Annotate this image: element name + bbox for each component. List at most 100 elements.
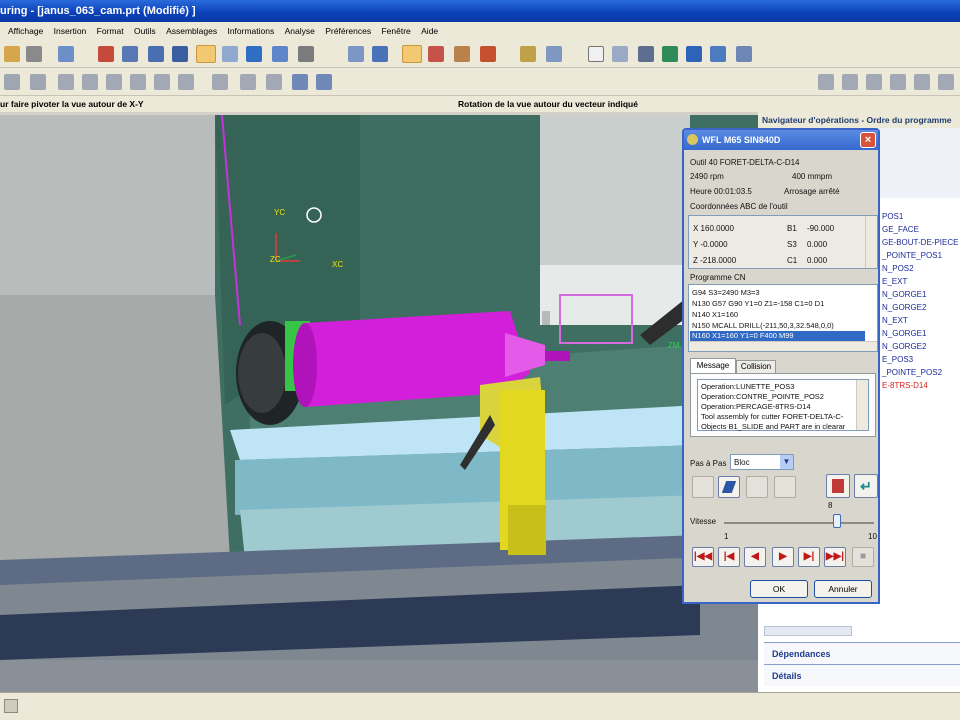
menu-aide[interactable]: Aide: [421, 26, 438, 36]
nav-item[interactable]: GE_FACE: [882, 225, 919, 234]
rewind-start-button[interactable]: |◀◀: [692, 547, 714, 567]
tab-message[interactable]: Message: [690, 358, 736, 373]
step-mode-select[interactable]: Bloc ▼: [730, 454, 794, 470]
menu-affichage[interactable]: Affichage: [8, 26, 43, 36]
play-forward-button[interactable]: ▶: [772, 547, 794, 567]
tool-b-icon[interactable]: [842, 74, 858, 90]
method-icon[interactable]: [710, 46, 726, 62]
return-button[interactable]: ↵: [854, 474, 878, 498]
select-icon[interactable]: [58, 46, 74, 62]
layer-icon[interactable]: [348, 46, 364, 62]
nc-line[interactable]: N150 MCALL DRILL(-211,50,3,32.548,0,0): [692, 321, 834, 330]
nav-item[interactable]: E_POS3: [882, 355, 913, 364]
groove-icon[interactable]: [178, 74, 194, 90]
menu-preferences[interactable]: Préférences: [325, 26, 371, 36]
zoom-icon[interactable]: [122, 46, 138, 62]
new-sheet-icon[interactable]: [588, 46, 604, 62]
chamfer-icon[interactable]: [240, 74, 256, 90]
message-list[interactable]: Operation:LUNETTE_POS3 Operation:CONTRE_…: [697, 379, 869, 431]
open-icon[interactable]: [4, 46, 20, 62]
hole-icon[interactable]: [82, 74, 98, 90]
speed-slider-thumb[interactable]: [833, 514, 841, 528]
render-style-icon[interactable]: [298, 46, 314, 62]
speed-slider-track[interactable]: [724, 522, 874, 524]
details-section[interactable]: Détails: [764, 664, 960, 686]
fit-view-icon[interactable]: [98, 46, 114, 62]
menu-format[interactable]: Format: [97, 26, 124, 36]
measure-icon[interactable]: [520, 46, 536, 62]
step-back-button[interactable]: |◀: [718, 547, 740, 567]
nav-item[interactable]: N_POS2: [882, 264, 914, 273]
menu-analyse[interactable]: Analyse: [285, 26, 315, 36]
machine-icon[interactable]: [736, 46, 752, 62]
nc-hscrollbar[interactable]: [689, 341, 877, 351]
save-icon[interactable]: [26, 46, 42, 62]
block-icon[interactable]: [662, 46, 678, 62]
menu-informations[interactable]: Informations: [227, 26, 274, 36]
chevron-down-icon[interactable]: ▼: [780, 455, 793, 469]
nav-item[interactable]: N_GORGE2: [882, 342, 926, 351]
tool-d-icon[interactable]: [890, 74, 906, 90]
nav-item[interactable]: POS1: [882, 212, 903, 221]
shell-icon[interactable]: [266, 74, 282, 90]
graphics-viewport[interactable]: YC ZC XC ZM: [0, 115, 758, 692]
edit-icon[interactable]: [612, 46, 628, 62]
shape-icon[interactable]: [4, 74, 20, 90]
menu-insertion[interactable]: Insertion: [54, 26, 87, 36]
magnify-icon[interactable]: [172, 46, 188, 62]
zoom-window-icon[interactable]: [148, 46, 164, 62]
extrude-icon[interactable]: [30, 74, 46, 90]
show-tool-button[interactable]: [718, 476, 740, 498]
tool-f-icon[interactable]: [938, 74, 954, 90]
nav-item[interactable]: _POINTE_POS1: [882, 251, 942, 260]
nc-line[interactable]: G94 S3=2490 M3=3: [692, 288, 760, 297]
stop-button[interactable]: ■: [852, 547, 874, 567]
navigator-scrollbar[interactable]: [764, 626, 852, 636]
trim-icon[interactable]: [292, 74, 308, 90]
nc-line[interactable]: N130 G57 G90 Y1=0 Z1=-158 C1=0 D1: [692, 299, 824, 308]
nav-item[interactable]: _POINTE_POS2: [882, 368, 942, 377]
tool-path-button[interactable]: [692, 476, 714, 498]
origin-icon[interactable]: [480, 46, 496, 62]
nav-item[interactable]: E_EXT: [882, 277, 907, 286]
point-icon[interactable]: [428, 46, 444, 62]
ok-button[interactable]: OK: [750, 580, 808, 598]
pocket-icon[interactable]: [130, 74, 146, 90]
cancel-button[interactable]: Annuler: [814, 580, 872, 598]
message-scrollbar[interactable]: [856, 380, 868, 430]
tab-collision[interactable]: Collision: [736, 360, 776, 373]
play-backward-button[interactable]: ◀: [744, 547, 766, 567]
forward-end-button[interactable]: ▶▶|: [824, 547, 846, 567]
part-icon[interactable]: [372, 46, 388, 62]
nav-item-active[interactable]: E-8TRS-D14: [882, 381, 928, 390]
step-forward-button[interactable]: ▶|: [798, 547, 820, 567]
nav-item[interactable]: N_GORGE2: [882, 303, 926, 312]
menu-fenetre[interactable]: Fenêtre: [381, 26, 410, 36]
tool-a-icon[interactable]: [818, 74, 834, 90]
nc-line-selected[interactable]: N160 X1=160 Y1=0 F400 M99: [692, 331, 794, 340]
pattern-icon[interactable]: [316, 74, 332, 90]
csys-icon[interactable]: [454, 46, 470, 62]
coords-scrollbar[interactable]: [865, 216, 877, 268]
rotate-icon[interactable]: [196, 45, 216, 63]
slot-icon[interactable]: [154, 74, 170, 90]
shaded-icon[interactable]: [246, 46, 262, 62]
menu-outils[interactable]: Outils: [134, 26, 156, 36]
nav-item[interactable]: N_EXT: [882, 316, 908, 325]
nc-line[interactable]: N140 X1=160: [692, 310, 738, 319]
nav-item[interactable]: N_GORGE1: [882, 329, 926, 338]
close-button[interactable]: ×: [860, 132, 876, 148]
go-button[interactable]: [774, 476, 796, 498]
pan-icon[interactable]: [222, 46, 238, 62]
ipw-button[interactable]: [746, 476, 768, 498]
nc-program-list[interactable]: G94 S3=2490 M3=3 N130 G57 G90 Y1=0 Z1=-1…: [688, 284, 878, 352]
program-icon[interactable]: [686, 46, 702, 62]
wcs-icon[interactable]: [402, 45, 422, 63]
nav-item[interactable]: GE-BOUT-DE-PIECE: [882, 238, 958, 247]
tool-c-icon[interactable]: [866, 74, 882, 90]
dependencies-section[interactable]: Dépendances: [764, 642, 960, 664]
group-icon[interactable]: [638, 46, 654, 62]
angle-icon[interactable]: [546, 46, 562, 62]
blend-icon[interactable]: [212, 74, 228, 90]
tool-e-icon[interactable]: [914, 74, 930, 90]
